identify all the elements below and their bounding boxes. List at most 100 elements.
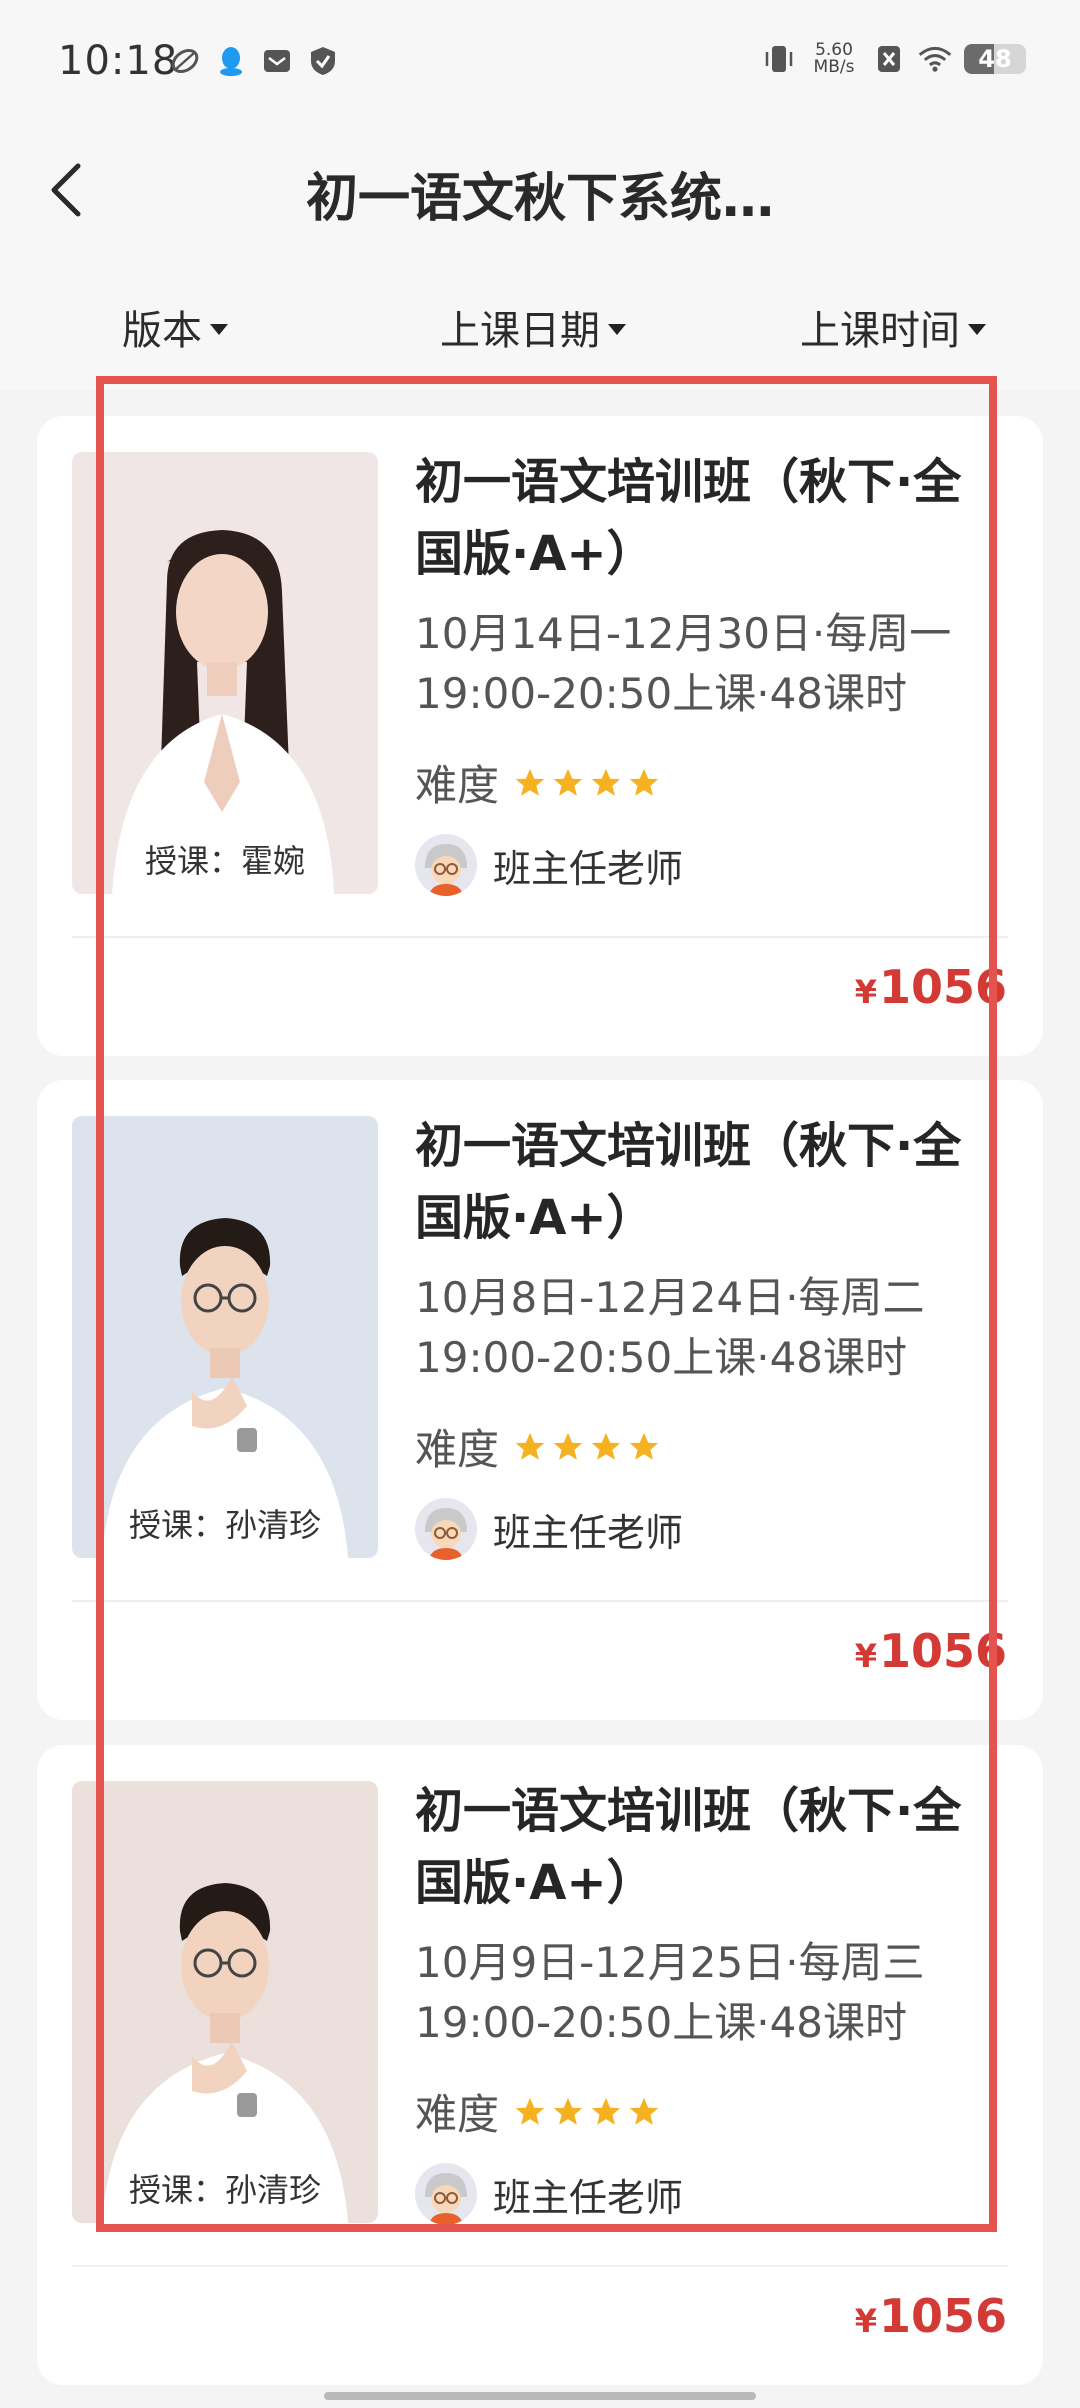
head-teacher-row: 班主任老师: [415, 2163, 683, 2225]
mail-icon: [260, 44, 294, 78]
filter-time[interactable]: 上课时间: [800, 298, 986, 356]
currency-symbol: ¥: [854, 973, 877, 1011]
schedule-time: 19:00-20:50上课·48课时: [415, 1333, 908, 1382]
difficulty-label: 难度: [415, 761, 500, 810]
teacher-photo: 授课：孙清珍: [72, 1781, 378, 2223]
teacher-photo: 授课：霍婉: [72, 452, 378, 894]
price-value: 1056: [878, 1624, 1007, 1678]
difficulty-rating: 难度: [415, 752, 661, 813]
star-icon: [515, 1432, 545, 1460]
avatar-icon: [425, 2173, 467, 2225]
filter-bar: 版本 上课日期 上课时间: [0, 248, 1080, 390]
course-schedule: 10月14日-12月30日·每周一 19:00-20:50上课·48课时: [415, 604, 1025, 724]
currency-symbol: ¥: [854, 1637, 877, 1675]
schedule-dates: 10月14日-12月30日·每周一: [415, 609, 952, 658]
course-title-line1: 初一语文培训班（秋下·全: [415, 1118, 962, 1174]
course-title-line2: 国版·A+）: [415, 526, 655, 582]
course-card[interactable]: 授课：孙清珍 初一语文培训班（秋下·全 国版·A+） 10月8日-12月24日·…: [37, 1080, 1043, 1720]
head-teacher-avatar: [415, 1498, 477, 1560]
teacher-portrait-icon: [102, 1218, 348, 1558]
back-button[interactable]: [26, 150, 106, 230]
card-divider: [72, 936, 1008, 938]
schedule-dates: 10月8日-12月24日·每周二: [415, 1273, 925, 1322]
net-speed: 5.60 MB/s: [808, 42, 860, 76]
teacher-portrait-icon: [102, 1883, 348, 2223]
star-icon: [553, 2097, 583, 2125]
course-title: 初一语文培训班（秋下·全 国版·A+）: [415, 1110, 1025, 1254]
star-icon: [629, 1432, 659, 1460]
course-card[interactable]: 授课：孙清珍 初一语文培训班（秋下·全 国版·A+） 10月9日-12月25日·…: [37, 1745, 1043, 2385]
vibrate-icon: [762, 42, 796, 76]
head-teacher-name: 班主任老师: [493, 2175, 684, 2220]
teacher-caption: 授课：孙清珍: [128, 2171, 321, 2209]
course-title-line2: 国版·A+）: [415, 1190, 655, 1246]
price-value: 1056: [878, 960, 1007, 1014]
status-bar: 10:18 5.60 MB/s 48: [0, 0, 1080, 128]
course-price: ¥1056: [855, 1624, 1007, 1678]
card-divider: [72, 2265, 1008, 2267]
course-schedule: 10月8日-12月24日·每周二 19:00-20:50上课·48课时: [415, 1268, 1025, 1388]
head-teacher-row: 班主任老师: [415, 1498, 683, 1560]
filter-date-label: 上课日期: [440, 308, 600, 354]
schedule-time: 19:00-20:50上课·48课时: [415, 669, 908, 718]
shield-icon: [306, 44, 340, 78]
difficulty-label: 难度: [415, 2090, 500, 2139]
teacher-photo: 授课：孙清珍: [72, 1116, 378, 1558]
difficulty-stars: [513, 2095, 661, 2129]
star-icon: [629, 768, 659, 796]
sim-off-icon: [872, 42, 906, 76]
star-icon: [553, 768, 583, 796]
filter-version-label: 版本: [122, 308, 202, 354]
chevron-left-icon: [51, 163, 81, 217]
course-schedule: 10月9日-12月25日·每周三 19:00-20:50上课·48课时: [415, 1933, 1025, 2053]
course-price: ¥1056: [855, 960, 1007, 1014]
course-card[interactable]: 授课：霍婉 初一语文培训班（秋下·全 国版·A+） 10月14日-12月30日·…: [37, 416, 1043, 1056]
filter-date[interactable]: 上课日期: [440, 298, 626, 356]
card-divider: [72, 1600, 1008, 1602]
battery-level: 48: [978, 45, 1012, 73]
caret-down-icon: [608, 323, 626, 335]
teacher-caption: 授课：霍婉: [144, 842, 305, 880]
teacher-caption: 授课：孙清珍: [128, 1506, 321, 1544]
star-icon: [629, 2097, 659, 2125]
schedule-dates: 10月9日-12月25日·每周三: [415, 1938, 925, 1987]
net-speed-unit: MB/s: [813, 57, 855, 77]
caret-down-icon: [210, 323, 228, 335]
star-icon: [515, 2097, 545, 2125]
teacher-portrait-icon: [112, 530, 334, 894]
course-title-line2: 国版·A+）: [415, 1855, 655, 1911]
caret-down-icon: [968, 323, 986, 335]
avatar-icon: [425, 1508, 467, 1560]
battery-icon: 48: [964, 44, 1026, 74]
course-list-screen: 10:18 5.60 MB/s 48 初一语文秋下系统… 版本 上课日期 上课时…: [0, 0, 1080, 2408]
home-indicator[interactable]: [324, 2392, 756, 2400]
difficulty-stars: [513, 1430, 661, 1464]
star-icon: [591, 1432, 621, 1460]
star-icon: [591, 2097, 621, 2125]
qq-icon: [214, 44, 248, 78]
leaf-icon: [168, 44, 202, 78]
head-teacher-name: 班主任老师: [493, 1510, 684, 1555]
page-title: 初一语文秋下系统…: [305, 169, 774, 229]
course-title: 初一语文培训班（秋下·全 国版·A+）: [415, 446, 1025, 590]
status-time: 10:18: [58, 38, 179, 84]
head-teacher-row: 班主任老师: [415, 834, 683, 896]
filter-version[interactable]: 版本: [122, 298, 228, 356]
head-teacher-avatar: [415, 834, 477, 896]
difficulty-rating: 难度: [415, 2081, 661, 2142]
filter-time-label: 上课时间: [800, 308, 960, 354]
status-left-icons: [168, 44, 340, 78]
course-title: 初一语文培训班（秋下·全 国版·A+）: [415, 1775, 1025, 1919]
currency-symbol: ¥: [854, 2302, 877, 2340]
difficulty-rating: 难度: [415, 1416, 661, 1477]
difficulty-stars: [513, 766, 661, 800]
course-price: ¥1056: [855, 2289, 1007, 2343]
status-right-icons: 5.60 MB/s 48: [762, 42, 1026, 76]
wifi-icon: [918, 42, 952, 76]
star-icon: [591, 768, 621, 796]
course-title-line1: 初一语文培训班（秋下·全: [415, 454, 962, 510]
difficulty-label: 难度: [415, 1425, 500, 1474]
star-icon: [515, 768, 545, 796]
schedule-time: 19:00-20:50上课·48课时: [415, 1998, 908, 2047]
nav-header: 初一语文秋下系统…: [0, 128, 1080, 248]
